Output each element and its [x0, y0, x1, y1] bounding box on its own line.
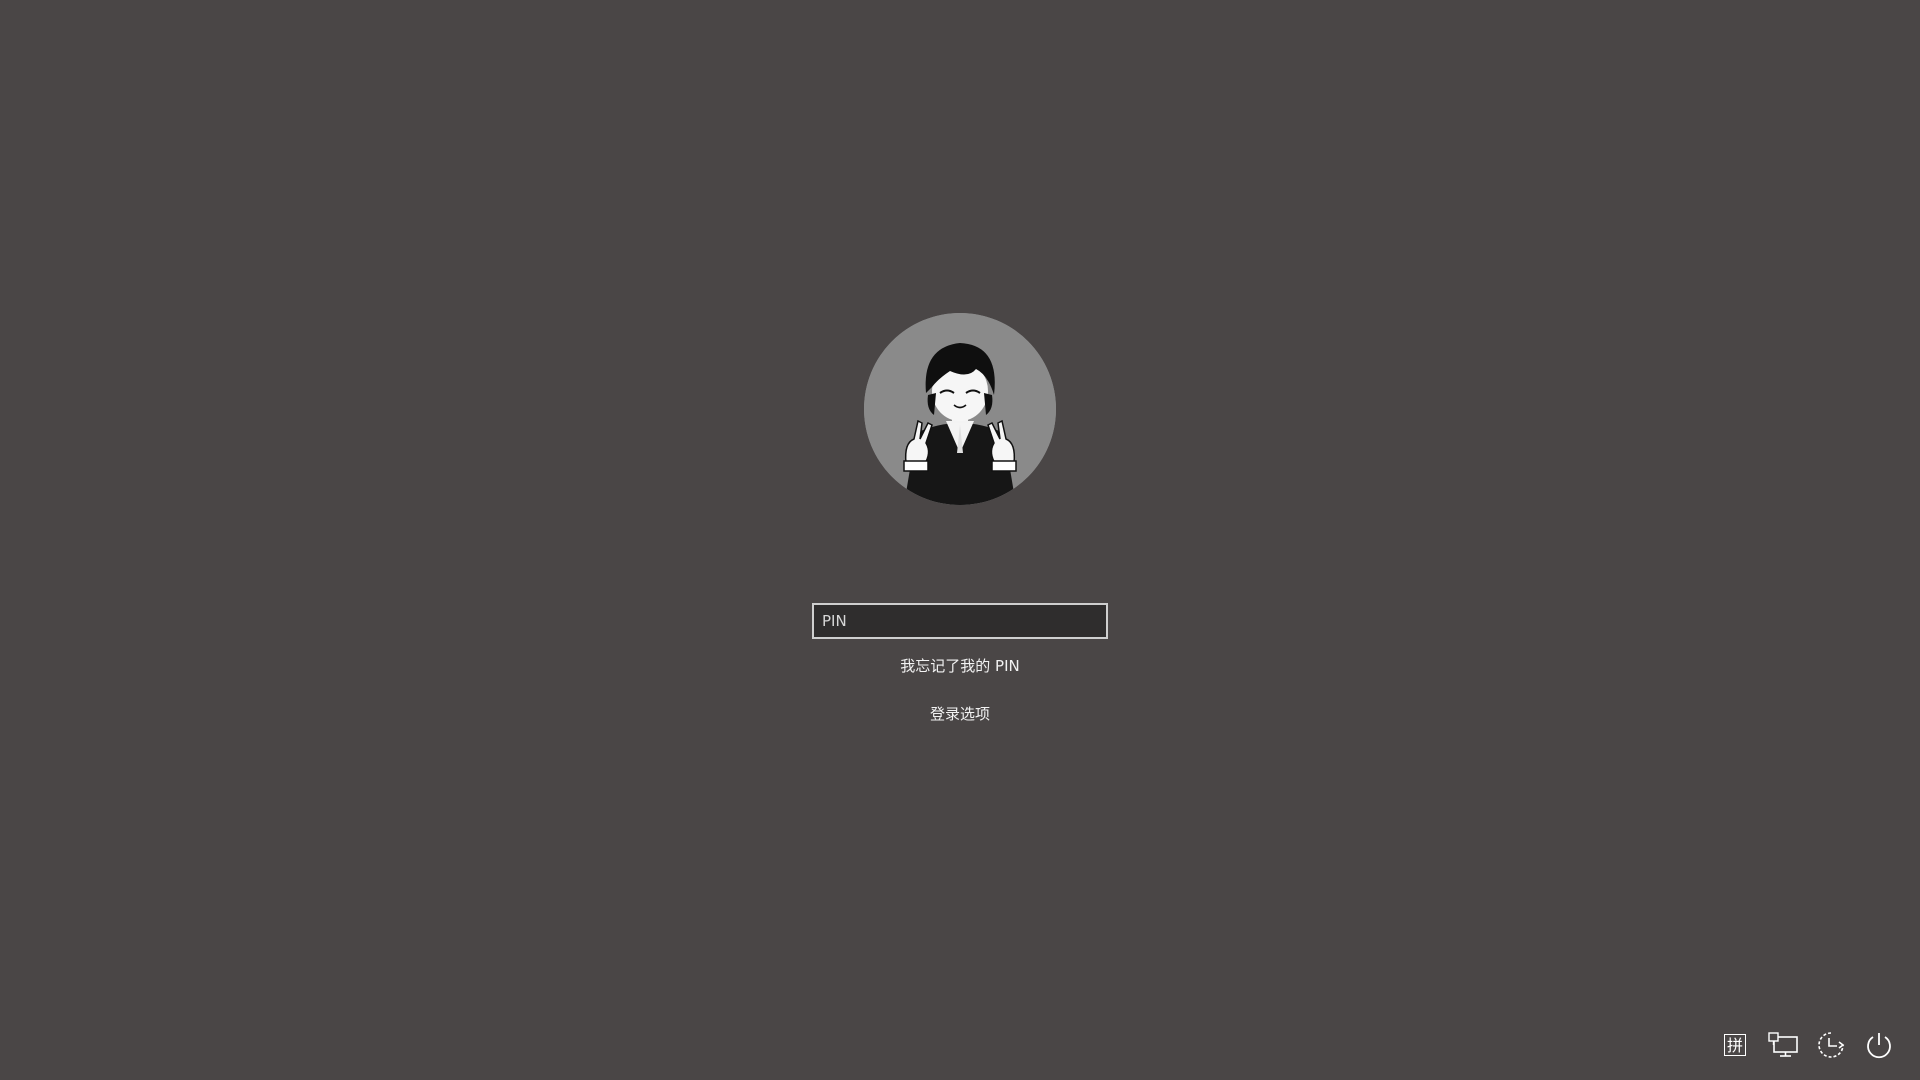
network-button[interactable] — [1766, 1028, 1800, 1062]
forgot-pin-link[interactable]: 我忘记了我的 PIN — [0, 655, 1920, 676]
power-button[interactable] — [1862, 1028, 1896, 1062]
pin-input[interactable] — [812, 603, 1108, 639]
ime-icon: 拼 — [1724, 1034, 1746, 1056]
power-icon — [1867, 1033, 1891, 1059]
ime-button[interactable]: 拼 — [1718, 1028, 1752, 1062]
avatar-illustration — [864, 313, 1056, 505]
accessibility-icon — [1818, 1032, 1845, 1058]
accessibility-button[interactable] — [1814, 1028, 1848, 1062]
network-icon — [1768, 1032, 1798, 1057]
user-avatar — [864, 313, 1056, 505]
lock-screen: 我忘记了我的 PIN 登录选项 拼 — [0, 0, 1920, 1080]
system-tray: 拼 — [1718, 1028, 1896, 1062]
signin-options-link[interactable]: 登录选项 — [0, 703, 1920, 724]
